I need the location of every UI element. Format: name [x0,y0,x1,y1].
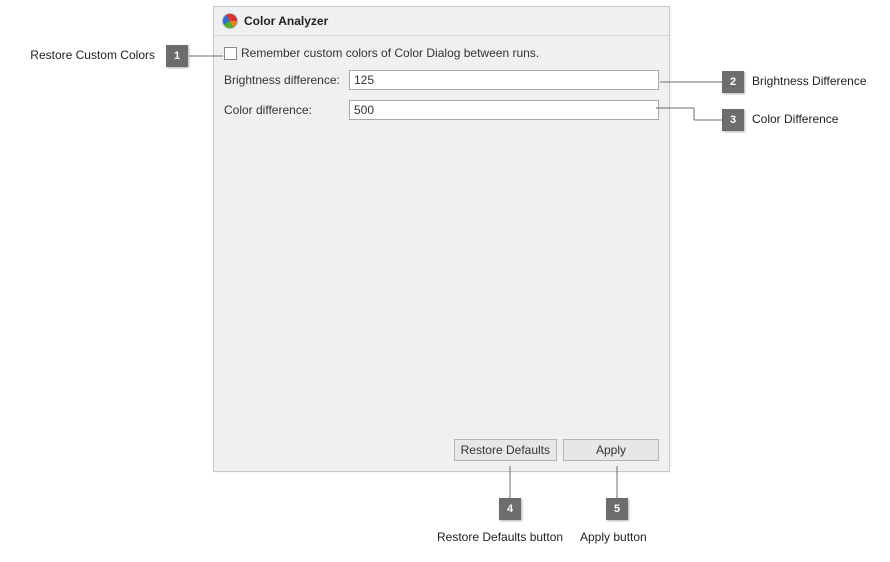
callout-4-badge: 4 [499,498,521,520]
color-row: Color difference: [224,100,659,120]
panel-footer: Restore Defaults Apply [454,439,659,461]
color-label: Color difference: [224,103,349,117]
brightness-label: Brightness difference: [224,73,349,87]
color-wheel-icon [222,13,238,29]
panel-header: Color Analyzer [214,7,669,36]
color-input[interactable] [349,100,659,120]
callout-5-badge: 5 [606,498,628,520]
callout-1-text: Restore Custom Colors [15,48,155,62]
remember-colors-checkbox[interactable] [224,47,237,60]
panel-title: Color Analyzer [244,14,328,28]
panel-body: Remember custom colors of Color Dialog b… [214,36,669,120]
callout-2-text: Brightness Difference [752,74,867,88]
callout-1-badge: 1 [166,45,188,67]
remember-colors-row: Remember custom colors of Color Dialog b… [224,46,659,60]
callout-3-badge: 3 [722,109,744,131]
apply-button[interactable]: Apply [563,439,659,461]
remember-colors-label: Remember custom colors of Color Dialog b… [241,46,539,60]
callout-3-text: Color Difference [752,112,838,126]
brightness-input[interactable] [349,70,659,90]
callout-2-badge: 2 [722,71,744,93]
brightness-row: Brightness difference: [224,70,659,90]
callout-5-text: Apply button [580,530,647,544]
callout-4-text: Restore Defaults button [437,530,563,544]
color-analyzer-panel: Color Analyzer Remember custom colors of… [213,6,670,472]
restore-defaults-button[interactable]: Restore Defaults [454,439,557,461]
